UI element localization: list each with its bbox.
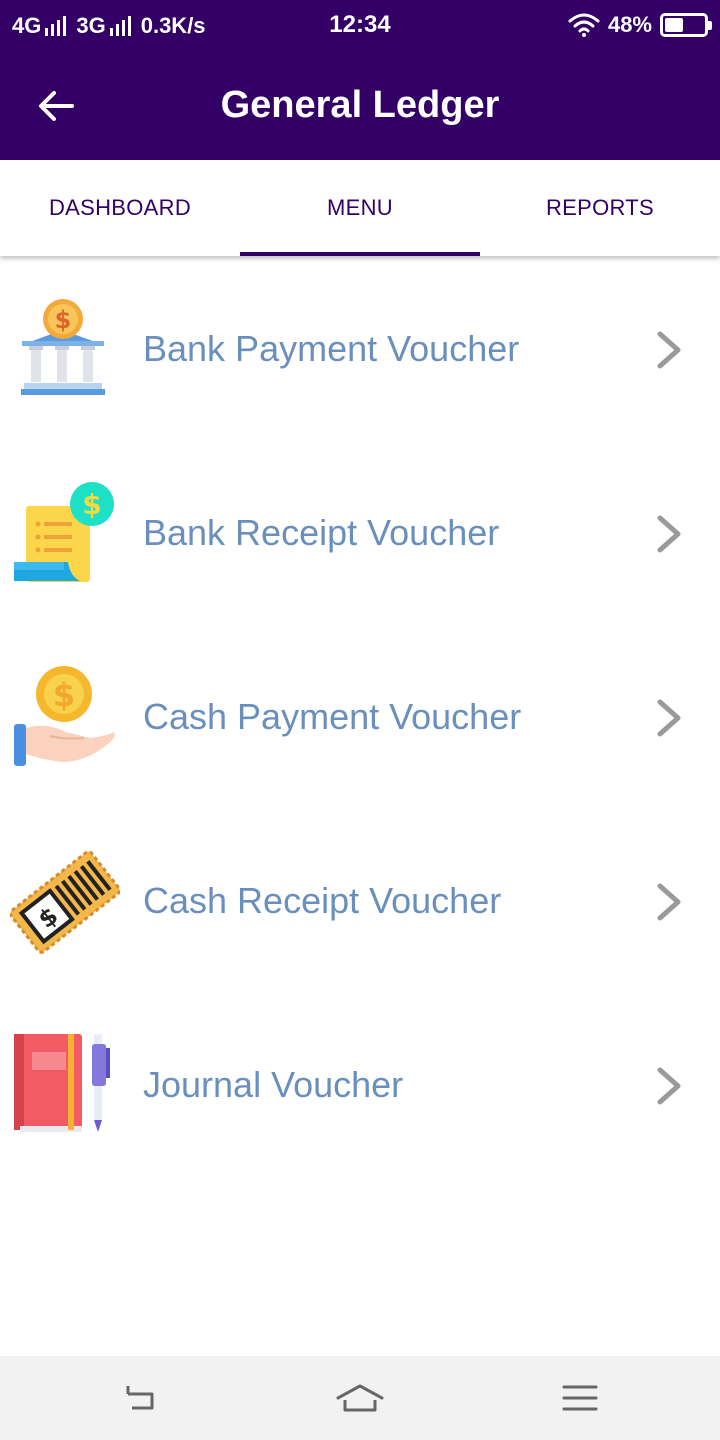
back-icon: [126, 1386, 154, 1410]
tab-menu[interactable]: MENU: [240, 160, 480, 256]
receipt-icon: $: [14, 482, 114, 582]
app-bar: 4G 3G 0.3K/s 12:34 48% General Ledger: [0, 0, 720, 160]
menu-item-label: Journal Voucher: [143, 1064, 404, 1105]
chevron-right-icon: [657, 883, 681, 921]
journal-icon: [14, 1034, 110, 1132]
chevron-right-icon: [657, 515, 681, 553]
tab-reports[interactable]: REPORTS: [480, 160, 720, 256]
svg-text:$: $: [82, 488, 101, 521]
menu-icon: [562, 1385, 598, 1411]
tab-bar: DASHBOARD MENU REPORTS: [0, 160, 720, 256]
menu-item-cash-receipt-voucher[interactable]: $ Cash Receipt Voucher: [0, 810, 720, 994]
status-bar: 4G 3G 0.3K/s 12:34 48%: [0, 0, 720, 52]
battery-fill: [665, 18, 684, 32]
system-home-button[interactable]: [320, 1376, 400, 1420]
voucher-menu: $ Bank Payment Voucher $ Bank Receipt Vo…: [0, 258, 720, 1178]
svg-text:$: $: [55, 306, 72, 334]
bank-icon: $: [21, 299, 105, 395]
system-back-button[interactable]: [100, 1376, 180, 1420]
page-title: General Ledger: [220, 84, 500, 126]
home-icon: [336, 1384, 384, 1412]
menu-item-bank-receipt-voucher[interactable]: $ Bank Receipt Voucher: [0, 442, 720, 626]
chevron-right-icon: [657, 1067, 681, 1105]
battery-percent: 48%: [607, 12, 652, 37]
battery-icon: [660, 13, 712, 37]
menu-item-label: Bank Receipt Voucher: [143, 512, 500, 553]
menu-item-bank-payment-voucher[interactable]: $ Bank Payment Voucher: [0, 258, 720, 442]
svg-text:$: $: [53, 676, 75, 714]
menu-item-journal-voucher[interactable]: Journal Voucher: [0, 994, 720, 1178]
menu-item-label: Bank Payment Voucher: [143, 328, 520, 369]
system-menu-button[interactable]: [540, 1376, 620, 1420]
chevron-right-icon: [657, 699, 681, 737]
wifi-icon: [568, 13, 600, 37]
cash-hand-icon: $: [14, 666, 115, 766]
chevron-right-icon: [657, 331, 681, 369]
system-nav-bar: [0, 1356, 720, 1440]
menu-item-cash-payment-voucher[interactable]: $ Cash Payment Voucher: [0, 626, 720, 810]
tab-dashboard[interactable]: DASHBOARD: [0, 160, 240, 256]
ticket-icon: $: [10, 850, 120, 954]
menu-item-label: Cash Receipt Voucher: [143, 880, 502, 921]
menu-item-label: Cash Payment Voucher: [143, 696, 522, 737]
